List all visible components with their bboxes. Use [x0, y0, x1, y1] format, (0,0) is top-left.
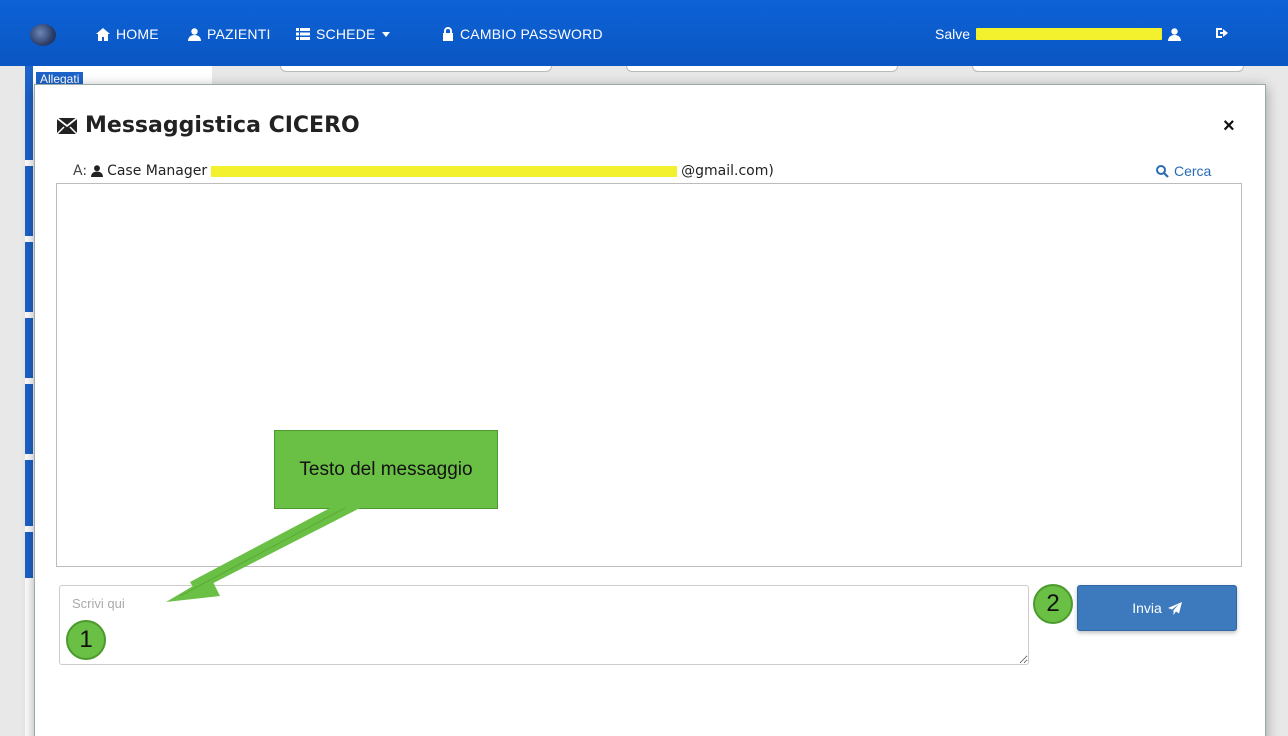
recipient-email-suffix: @gmail.com) [681, 163, 774, 179]
greeting-label: Salve [935, 26, 971, 42]
top-navbar: HOME PAZIENTI SCHEDE CAMBIO PASSWORD Sal… [0, 0, 1288, 66]
annotation-step-1: 1 [66, 620, 106, 660]
send-label: Invia [1132, 600, 1162, 616]
app-logo[interactable] [30, 24, 56, 46]
message-input[interactable] [59, 585, 1029, 665]
recipient-line: A: Case Manager @gmail.com) [73, 163, 774, 179]
redacted-recipient [211, 165, 678, 177]
message-history-panel[interactable] [56, 183, 1242, 567]
background-tab [972, 66, 1244, 72]
background-tab [626, 66, 898, 72]
nav-change-password[interactable]: CAMBIO PASSWORD [442, 26, 603, 42]
user-icon [188, 27, 201, 41]
nav-home[interactable]: HOME [96, 26, 159, 42]
nav-sheets-label: SCHEDE [316, 26, 376, 42]
close-button[interactable]: × [1223, 115, 1235, 138]
nav-sheets-dropdown[interactable]: SCHEDE [296, 26, 390, 42]
search-label: Cerca [1174, 163, 1212, 179]
annotation-callout: Testo del messaggio [274, 430, 498, 509]
search-icon [1156, 164, 1169, 178]
modal-title: Messaggistica CICERO [57, 113, 360, 138]
user-icon [1168, 27, 1182, 41]
paper-plane-icon [1167, 601, 1182, 615]
user-greeting[interactable]: Salve [935, 26, 1182, 42]
home-icon [96, 27, 110, 41]
recipient-name: Case Manager [107, 163, 208, 179]
annotation-step-2: 2 [1033, 584, 1073, 624]
redacted-username [976, 28, 1163, 40]
lock-icon [443, 27, 453, 41]
messaging-modal: Messaggistica CICERO × A: Case Manager @… [34, 84, 1266, 736]
logout-icon[interactable] [1216, 26, 1230, 40]
nav-patients-label: PAZIENTI [207, 26, 271, 42]
nav-password-label: CAMBIO PASSWORD [460, 26, 603, 42]
search-link[interactable]: Cerca [1156, 163, 1211, 179]
envelope-icon [57, 117, 77, 134]
list-icon [296, 28, 310, 40]
nav-patients[interactable]: PAZIENTI [188, 26, 271, 42]
recipient-prefix: A: [73, 163, 88, 179]
background-tab [280, 66, 552, 72]
modal-title-text: Messaggistica CICERO [85, 113, 360, 138]
user-icon [91, 165, 104, 177]
caret-down-icon [381, 31, 390, 37]
nav-home-label: HOME [116, 26, 159, 42]
send-button[interactable]: Invia [1077, 585, 1237, 631]
